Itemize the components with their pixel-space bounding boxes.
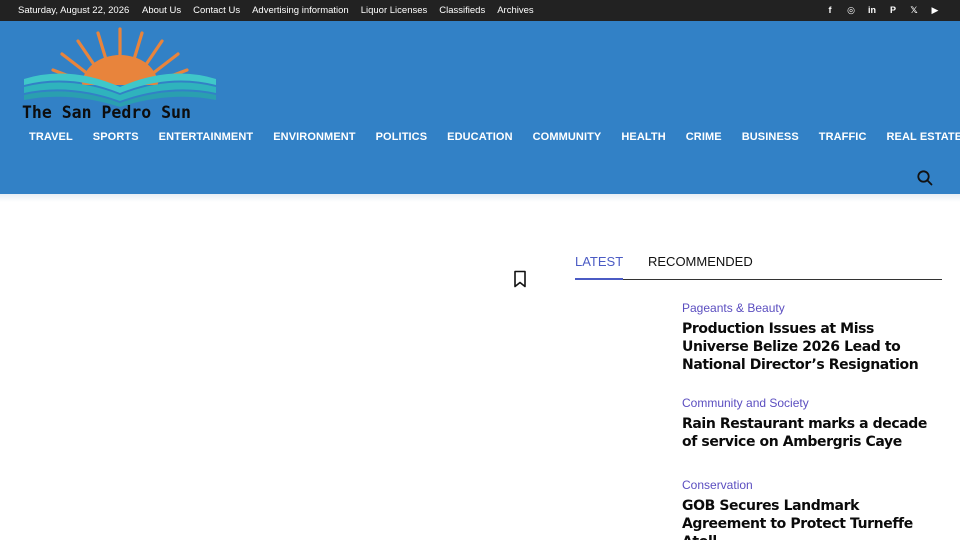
linkedin-icon[interactable]: in bbox=[865, 3, 879, 17]
list-item[interactable]: Pageants & Beauty Production Issues at M… bbox=[682, 301, 942, 374]
article-category[interactable]: Pageants & Beauty bbox=[682, 301, 942, 315]
nav-community[interactable]: COMMUNITY bbox=[523, 131, 612, 143]
article-category[interactable]: Community and Society bbox=[682, 396, 942, 410]
pinterest-icon[interactable]: P bbox=[886, 3, 900, 17]
search-icon[interactable] bbox=[916, 169, 934, 187]
site-logo[interactable]: The San Pedro Sun bbox=[20, 27, 225, 122]
top-bar: Saturday, August 22, 2026 About Us Conta… bbox=[0, 0, 960, 21]
facebook-icon[interactable]: f bbox=[823, 3, 837, 17]
social-links: f ◎ in P 𝕏 ▶ bbox=[816, 3, 942, 17]
youtube-icon[interactable]: ▶ bbox=[928, 3, 942, 17]
nav-crime[interactable]: CRIME bbox=[676, 131, 732, 143]
nav-education[interactable]: EDUCATION bbox=[437, 131, 522, 143]
top-link-about-us[interactable]: About Us bbox=[142, 5, 181, 16]
current-date: Saturday, August 22, 2026 bbox=[18, 5, 130, 16]
article-title[interactable]: Rain Restaurant marks a decade of servic… bbox=[682, 415, 942, 451]
nav-health[interactable]: HEALTH bbox=[611, 131, 675, 143]
nav-business[interactable]: BUSINESS bbox=[732, 131, 809, 143]
nav-environment[interactable]: ENVIRONMENT bbox=[263, 131, 365, 143]
instagram-icon[interactable]: ◎ bbox=[844, 3, 858, 17]
header-shadow bbox=[0, 194, 960, 202]
nav-travel[interactable]: TRAVEL bbox=[19, 131, 83, 143]
site-header: The San Pedro Sun TRAVEL SPORTS ENTERTAI… bbox=[0, 21, 960, 194]
nav-entertainment[interactable]: ENTERTAINMENT bbox=[149, 131, 264, 143]
list-item[interactable]: Community and Society Rain Restaurant ma… bbox=[682, 396, 942, 451]
top-link-classifieds[interactable]: Classifieds bbox=[439, 5, 485, 16]
article-title[interactable]: GOB Secures Landmark Agreement to Protec… bbox=[682, 497, 942, 540]
article-title[interactable]: Production Issues at Miss Universe Beliz… bbox=[682, 320, 942, 374]
sidebar-tabs: LATEST RECOMMENDED bbox=[575, 254, 942, 280]
nav-sports[interactable]: SPORTS bbox=[83, 131, 149, 143]
nav-traffic[interactable]: TRAFFIC bbox=[809, 131, 877, 143]
top-link-liquor-licenses[interactable]: Liquor Licenses bbox=[361, 5, 428, 16]
top-link-contact-us[interactable]: Contact Us bbox=[193, 5, 240, 16]
x-icon[interactable]: 𝕏 bbox=[907, 3, 921, 17]
bookmark-icon[interactable] bbox=[512, 270, 528, 288]
tab-recommended[interactable]: RECOMMENDED bbox=[648, 254, 753, 280]
nav-real-estate[interactable]: REAL ESTATE bbox=[877, 131, 960, 143]
top-link-archives[interactable]: Archives bbox=[497, 5, 533, 16]
article-category[interactable]: Conservation bbox=[682, 478, 942, 492]
tab-latest[interactable]: LATEST bbox=[575, 254, 624, 280]
list-item[interactable]: Conservation GOB Secures Landmark Agreem… bbox=[682, 478, 942, 540]
main-nav: TRAVEL SPORTS ENTERTAINMENT ENVIRONMENT … bbox=[19, 131, 960, 143]
logo-text: The San Pedro Sun bbox=[22, 103, 191, 122]
top-links: About Us Contact Us Advertising informat… bbox=[142, 5, 546, 16]
nav-politics[interactable]: POLITICS bbox=[366, 131, 438, 143]
top-link-advertising[interactable]: Advertising information bbox=[252, 5, 349, 16]
